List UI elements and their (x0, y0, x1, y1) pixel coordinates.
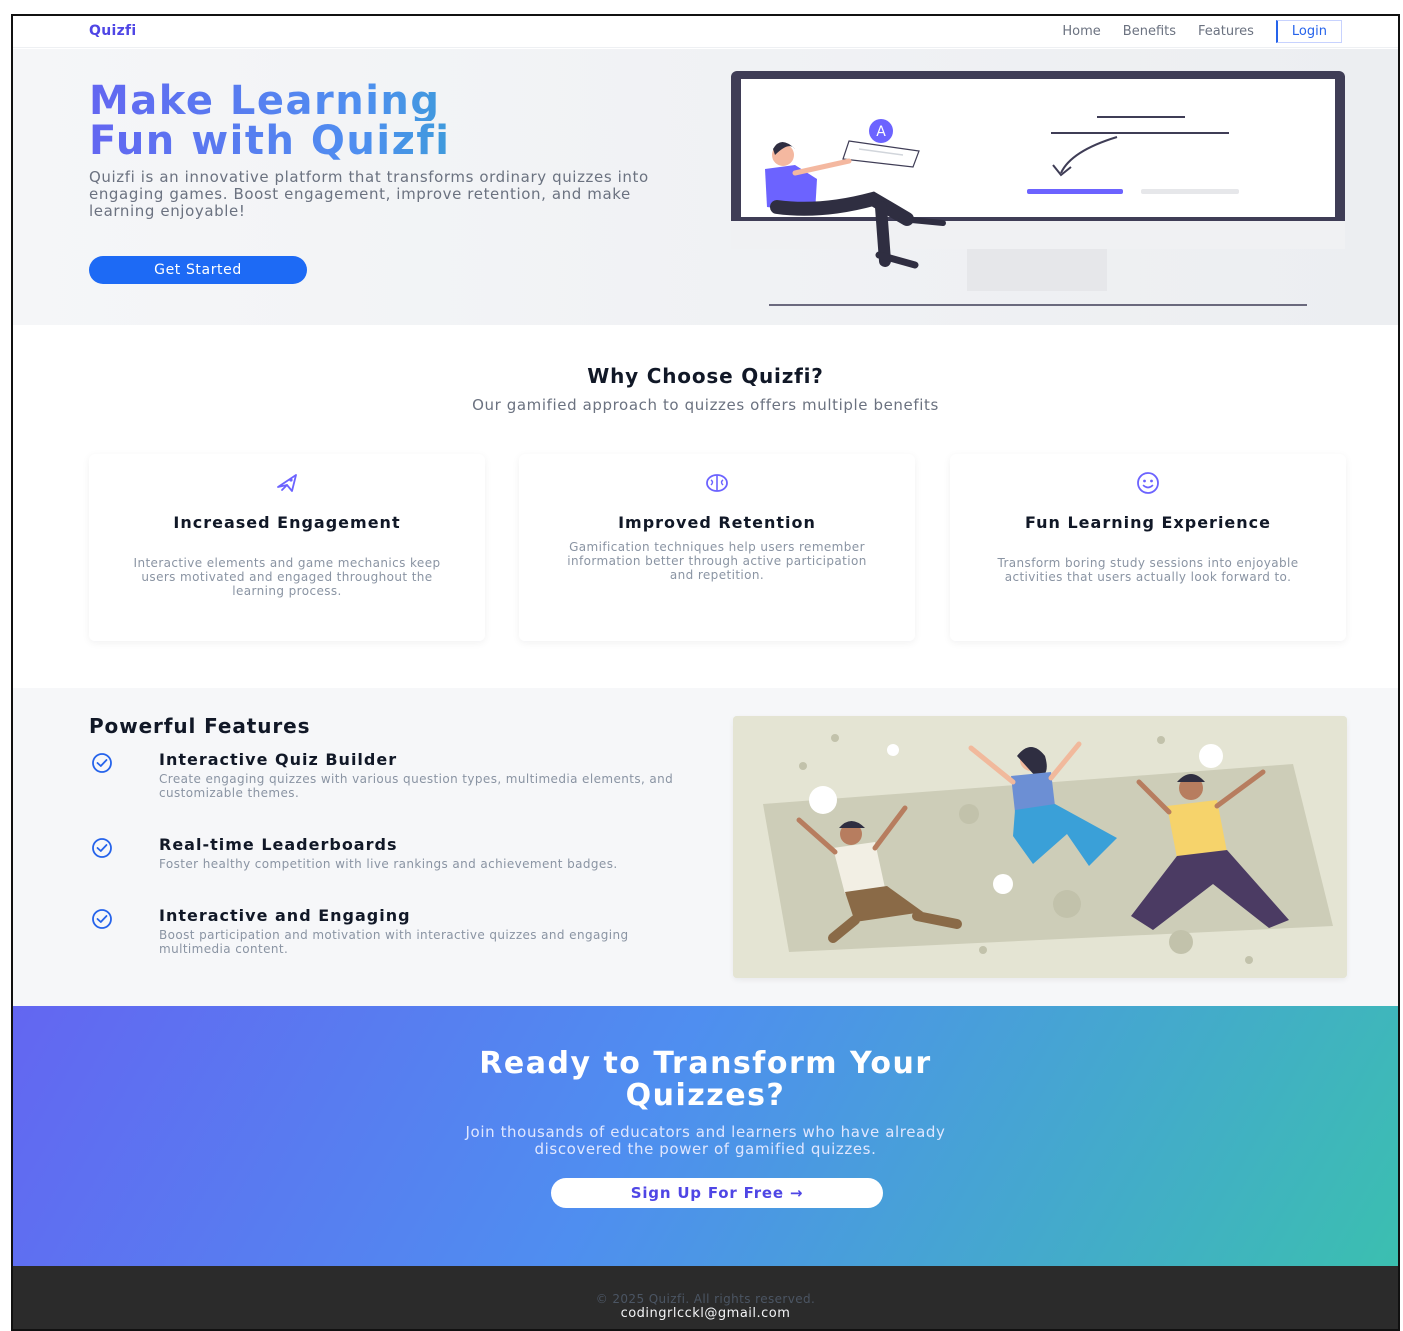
page-frame: Quizfi Home Benefits Features Login Make… (11, 14, 1400, 1331)
cta-title: Ready to Transform Your Quizzes? (13, 1048, 1398, 1112)
feature-title: Interactive Quiz Builder (159, 750, 398, 769)
benefit-card-engagement: Increased Engagement Interactive element… (89, 454, 485, 641)
signup-cta-section: Ready to Transform Your Quizzes? Join th… (13, 1006, 1398, 1266)
feature-description: Boost participation and motivation with … (159, 928, 629, 956)
feature-description: Create engaging quizzes with various que… (159, 772, 674, 800)
login-button[interactable]: Login (1275, 20, 1342, 43)
nav-link-home[interactable]: Home (1062, 24, 1100, 39)
check-circle-icon (92, 838, 112, 858)
cta-description-line-1: Join thousands of educators and learners… (465, 1123, 946, 1141)
cta-title-line-2: Quizzes? (625, 1078, 786, 1113)
brand-logo[interactable]: Quizfi (89, 23, 137, 39)
benefit-card-description: Transform boring study sessions into enj… (997, 556, 1299, 584)
benefit-card-fun: Fun Learning Experience Transform boring… (950, 454, 1346, 641)
nav-links: Home Benefits Features Login (1062, 20, 1342, 43)
benefit-card-retention: Improved Retention Gamification techniqu… (519, 454, 915, 641)
why-section-subtitle: Our gamified approach to quizzes offers … (472, 396, 939, 414)
sign-up-button[interactable]: Sign Up For Free → (551, 1178, 883, 1208)
hero-section: Make Learning Fun with Quizfi Quizfi is … (13, 49, 1398, 325)
nav-link-benefits[interactable]: Benefits (1123, 24, 1176, 39)
benefit-card-description: Interactive elements and game mechanics … (133, 556, 441, 598)
rocket-icon (277, 474, 297, 492)
hero-description: Quizfi is an innovative platform that tr… (89, 168, 649, 220)
feature-title: Real-time Leaderboards (159, 835, 398, 854)
benefit-card-title: Improved Retention (618, 513, 816, 532)
get-started-button[interactable]: Get Started (89, 256, 307, 284)
brain-icon (706, 474, 728, 492)
smile-icon (1137, 472, 1159, 494)
cta-description-line-2: discovered the power of gamified quizzes… (534, 1140, 877, 1158)
footer: © 2025 Quizfi. All rights reserved. codi… (13, 1266, 1398, 1329)
hero-title: Make Learning Fun with Quizfi (89, 81, 689, 161)
features-title: Powerful Features (89, 714, 311, 738)
hero-title-line-1: Make Learning (89, 81, 689, 121)
footer-email-link[interactable]: codingrlcckl@gmail.com (13, 1306, 1398, 1321)
cta-title-line-1: Ready to Transform Your (479, 1046, 932, 1081)
top-navbar: Quizfi Home Benefits Features Login (13, 16, 1398, 48)
monitor-stand (967, 249, 1107, 291)
benefit-card-title: Increased Engagement (173, 513, 401, 532)
benefit-card-description: Gamification techniques help users remem… (567, 540, 867, 582)
feature-title: Interactive and Engaging (159, 906, 411, 925)
hero-illustration: A (731, 71, 1345, 306)
monitor-screen (741, 79, 1335, 217)
features-section: Powerful Features Interactive Quiz Build… (13, 688, 1398, 1006)
why-section-title: Why Choose Quizfi? (587, 364, 824, 388)
benefit-card-title: Fun Learning Experience (1024, 513, 1271, 532)
celebration-illustration (733, 716, 1347, 978)
monitor-chin (731, 221, 1345, 249)
cta-description: Join thousands of educators and learners… (13, 1124, 1398, 1158)
brand-text[interactable]: Quizfi (89, 23, 137, 39)
quiz-badge-letter: A (876, 124, 886, 140)
feature-description: Foster healthy competition with live ran… (159, 857, 618, 871)
footer-copyright: © 2025 Quizfi. All rights reserved. (595, 1292, 816, 1306)
check-circle-icon (92, 753, 112, 773)
nav-link-features[interactable]: Features (1198, 24, 1254, 39)
hero-title-line-2: Fun with Quizfi (89, 121, 689, 161)
check-circle-icon (92, 909, 112, 929)
